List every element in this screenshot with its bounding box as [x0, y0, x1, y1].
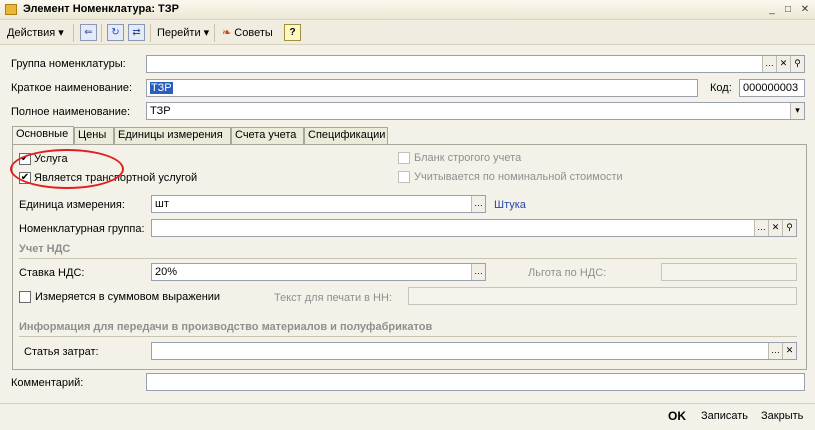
tips-icon: ❧ [222, 27, 232, 39]
app-icon [5, 4, 17, 15]
select-button[interactable]: … [768, 343, 782, 359]
short-name-label: Краткое наименование: [11, 82, 133, 94]
clear-icon[interactable]: ✕ [768, 220, 782, 236]
toolbar-divider [73, 24, 74, 42]
toolbar-divider [214, 24, 215, 42]
comment-label: Комментарий: [11, 377, 84, 389]
highlight-circle [10, 149, 124, 189]
section-divider [19, 336, 797, 337]
toolbar: Действия ▾ ⇐ ↻ ⇄ Перейти ▾ ❧ Советы ? [0, 21, 815, 45]
bottom-bar: OK Записать Закрыть [0, 403, 815, 430]
sum-measure-checkbox[interactable] [19, 291, 31, 303]
vat-rate-label: Ставка НДС: [19, 267, 85, 279]
group-input[interactable] [146, 55, 805, 73]
cost-item-input[interactable] [151, 342, 797, 360]
code-input[interactable]: 000000003 [739, 79, 805, 97]
back-arrow-icon[interactable]: ⇐ [80, 24, 97, 41]
goto-menu-button[interactable]: Перейти ▾ [157, 24, 209, 42]
search-icon[interactable]: ⚲ [782, 220, 796, 236]
section-divider [19, 258, 797, 259]
tab-units[interactable]: Единицы измерения [114, 127, 231, 144]
nomenclature-group-label: Номенклатурная группа: [19, 223, 145, 235]
tab-accounts[interactable]: Счета учета [231, 127, 304, 144]
unit-label: Единица измерения: [19, 199, 125, 211]
toolbar-divider [150, 24, 151, 42]
unit-link[interactable]: Штука [494, 199, 526, 211]
vat-rate-input[interactable]: 20% [151, 263, 486, 281]
maximize-button[interactable]: □ [780, 3, 796, 17]
tab-main[interactable]: Основные [12, 126, 74, 145]
short-name-value: ТЗР [150, 82, 173, 94]
help-icon[interactable]: ? [284, 24, 301, 41]
minimize-button[interactable]: _ [764, 3, 780, 17]
chevron-down-icon: ▾ [203, 27, 210, 39]
chevron-down-icon: ▾ [58, 27, 64, 39]
window-title: Элемент Номенклатура: ТЗР [23, 3, 180, 15]
comment-input[interactable] [146, 373, 805, 391]
close-window-button[interactable]: ✕ [797, 3, 813, 17]
vat-section-title: Учет НДС [19, 243, 71, 255]
code-label: Код: [710, 82, 732, 94]
unit-input[interactable]: шт [151, 195, 486, 213]
sum-measure-label: Измеряется в суммовом выражении [35, 291, 221, 303]
refresh-icon[interactable]: ↻ [107, 24, 124, 41]
ok-button[interactable]: OK [668, 409, 686, 423]
clear-icon[interactable]: ✕ [782, 343, 796, 359]
chevron-down-icon[interactable]: ▾ [790, 103, 804, 119]
clear-icon[interactable]: ✕ [776, 56, 790, 72]
select-button[interactable]: … [762, 56, 776, 72]
close-button[interactable]: Закрыть [761, 410, 803, 422]
print-text-input [408, 287, 797, 305]
actions-menu-button[interactable]: Действия ▾ [7, 24, 64, 42]
cost-item-label: Статья затрат: [24, 346, 99, 358]
nominal-cost-label: Учитывается по номинальной стоимости [414, 171, 623, 183]
select-button[interactable]: … [471, 264, 485, 280]
search-icon[interactable]: ⚲ [790, 56, 804, 72]
short-name-input[interactable]: ТЗР [146, 79, 698, 97]
strict-accounting-checkbox [398, 152, 410, 164]
save-button[interactable]: Записать [701, 410, 748, 422]
nominal-cost-checkbox [398, 171, 410, 183]
full-name-input[interactable]: ТЗР [146, 102, 805, 120]
actions-label: Действия [7, 27, 56, 39]
tab-specifications[interactable]: Спецификации [304, 127, 388, 144]
strict-accounting-label: Бланк строгого учета [414, 152, 522, 164]
vat-benefit-input [661, 263, 797, 281]
select-button[interactable]: … [754, 220, 768, 236]
vat-benefit-label: Льгота по НДС: [528, 267, 607, 279]
title-bar: Элемент Номенклатура: ТЗР _ □ ✕ [0, 0, 815, 20]
toolbar-divider [101, 24, 102, 42]
select-button[interactable]: … [471, 196, 485, 212]
print-text-label: Текст для печати в НН: [274, 292, 392, 304]
group-label: Группа номенклатуры: [11, 58, 126, 70]
tips-button[interactable]: ❧ Советы [222, 24, 273, 42]
tab-prices[interactable]: Цены [74, 127, 114, 144]
goto-label: Перейти [157, 27, 201, 39]
navigate-icon[interactable]: ⇄ [128, 24, 145, 41]
production-section-title: Информация для передачи в производство м… [19, 321, 433, 333]
tips-label: Советы [234, 27, 273, 39]
full-name-label: Полное наименование: [11, 106, 131, 118]
nomenclature-group-input[interactable] [151, 219, 797, 237]
